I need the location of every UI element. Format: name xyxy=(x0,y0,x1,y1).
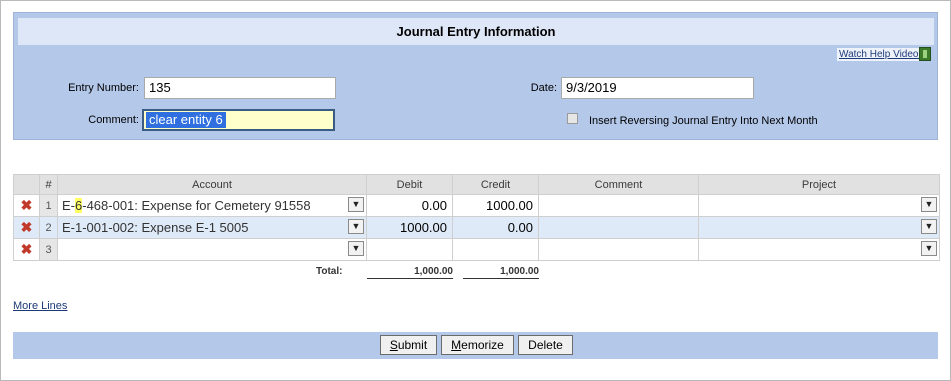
submit-button[interactable]: Submit xyxy=(380,335,437,355)
col-number: # xyxy=(39,174,58,195)
more-lines-link[interactable]: More Lines xyxy=(13,300,67,312)
total-debit: 1,000.00 xyxy=(367,266,453,279)
delete-x-icon[interactable]: ✖ xyxy=(21,241,33,257)
chevron-down-icon[interactable]: ▼ xyxy=(921,197,937,212)
delete-button[interactable]: Delete xyxy=(518,335,573,355)
col-comment: Comment xyxy=(538,174,699,195)
total-credit: 1,000.00 xyxy=(463,266,539,279)
watch-help-video-link[interactable]: Watch Help Video! xyxy=(837,48,924,61)
table-row: ✖ 2 E-1-001-002: Expense E-1 5005 ▼ 1000.… xyxy=(13,216,940,239)
col-delete xyxy=(13,174,40,195)
entry-number-label: Entry Number: xyxy=(68,82,139,94)
account-value: E-1-001-002: Expense E-1 5005 xyxy=(62,220,249,235)
col-credit: Credit xyxy=(452,174,539,195)
date-input[interactable]: 9/3/2019 xyxy=(561,77,754,99)
table-header-row: # Account Debit Credit Comment Project xyxy=(13,174,940,195)
entry-number-input[interactable]: 135 xyxy=(144,77,336,99)
debit-input[interactable]: 0.00 xyxy=(366,194,453,217)
credit-input[interactable] xyxy=(452,238,539,261)
debit-input[interactable]: 1000.00 xyxy=(366,216,453,239)
account-select[interactable]: ▼ xyxy=(57,238,367,261)
project-select[interactable]: ▼ xyxy=(698,194,940,217)
comment-selected-text: clear entity 6 xyxy=(146,112,226,128)
account-value: E-6-468-001: Expense for Cemetery 91558 xyxy=(62,198,311,213)
date-label: Date: xyxy=(530,82,557,94)
comment-input[interactable]: clear entity 6 xyxy=(142,109,335,131)
row-number: 1 xyxy=(39,194,58,217)
account-select[interactable]: E-1-001-002: Expense E-1 5005 ▼ xyxy=(57,216,367,239)
row-number: 3 xyxy=(39,238,58,261)
delete-row-button[interactable]: ✖ xyxy=(13,216,40,239)
reversing-entry-checkbox[interactable] xyxy=(567,113,578,124)
credit-input[interactable]: 0.00 xyxy=(452,216,539,239)
film-icon[interactable] xyxy=(919,47,931,61)
chevron-down-icon[interactable]: ▼ xyxy=(348,219,364,234)
col-project: Project xyxy=(698,174,940,195)
delete-x-icon[interactable]: ✖ xyxy=(21,197,33,213)
chevron-down-icon[interactable]: ▼ xyxy=(921,241,937,256)
col-account: Account xyxy=(57,174,367,195)
comment-cell-input[interactable] xyxy=(538,194,699,217)
account-select[interactable]: E-6-468-001: Expense for Cemetery 91558 ▼ xyxy=(57,194,367,217)
project-select[interactable]: ▼ xyxy=(698,238,940,261)
delete-x-icon[interactable]: ✖ xyxy=(21,219,33,235)
total-label: Total: xyxy=(316,266,343,277)
reversing-entry-label: Insert Reversing Journal Entry Into Next… xyxy=(589,115,818,127)
comment-cell-input[interactable] xyxy=(538,238,699,261)
table-row: ✖ 3 ▼ ▼ xyxy=(13,238,940,261)
comment-cell-input[interactable] xyxy=(538,216,699,239)
credit-input[interactable]: 1000.00 xyxy=(452,194,539,217)
table-row: ✖ 1 E-6-468-001: Expense for Cemetery 91… xyxy=(13,194,940,217)
chevron-down-icon[interactable]: ▼ xyxy=(921,219,937,234)
comment-label: Comment: xyxy=(88,114,139,126)
col-debit: Debit xyxy=(366,174,453,195)
memorize-button[interactable]: Memorize xyxy=(441,335,514,355)
chevron-down-icon[interactable]: ▼ xyxy=(348,241,364,256)
debit-input[interactable] xyxy=(366,238,453,261)
journal-lines-table: # Account Debit Credit Comment Project ✖… xyxy=(13,174,940,261)
delete-row-button[interactable]: ✖ xyxy=(13,238,40,261)
row-number: 2 xyxy=(39,216,58,239)
panel-title: Journal Entry Information xyxy=(18,18,934,45)
delete-row-button[interactable]: ✖ xyxy=(13,194,40,217)
chevron-down-icon[interactable]: ▼ xyxy=(348,197,364,212)
project-select[interactable]: ▼ xyxy=(698,216,940,239)
